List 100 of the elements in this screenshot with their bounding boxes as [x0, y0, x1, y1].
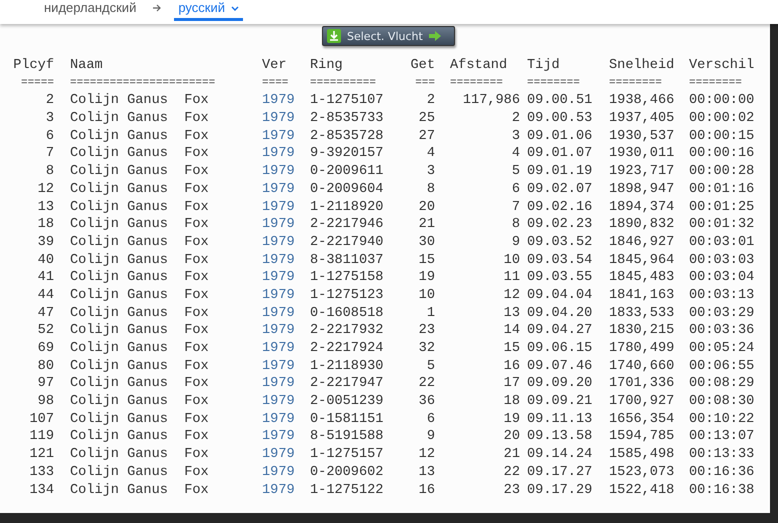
table-cell-text: 1780,499	[609, 340, 676, 358]
table-cell-text: Colijn Ganus Fox	[70, 375, 210, 394]
language-tab[interactable]: русский	[174, 0, 243, 21]
table-cell-text: 1930,537	[609, 128, 676, 146]
header-underline: ========	[609, 76, 663, 91]
table-cell-text: 1979	[262, 464, 296, 482]
table-cell-text: Colijn Ganus Fox	[70, 145, 210, 164]
table-cell-text: 1938,466	[609, 92, 676, 110]
table-cell-text: 8-5191588	[310, 428, 384, 446]
table-cell-text: 1-2118930	[310, 358, 384, 376]
table-cell-text: Colijn Ganus Fox	[70, 340, 210, 358]
table-cell-text: 1701,336	[609, 375, 676, 394]
select-flight-button[interactable]: Select. Vlucht	[322, 26, 455, 46]
table-cell-text: 00:01:16	[689, 180, 756, 198]
table-cell-text: 47	[36, 304, 55, 322]
download-icon	[327, 29, 341, 43]
table-cell-text: 00:03:36	[689, 322, 756, 340]
table-cell-text: 17	[502, 375, 521, 394]
table-cell-text: 1898,947	[609, 180, 676, 198]
table-cell-text: 32	[418, 340, 436, 358]
table-cell-text: 18	[36, 216, 55, 234]
table-cell-text: 12	[502, 286, 521, 305]
table-cell-text: Colijn Ganus Fox	[70, 128, 210, 146]
table-cell-text: 09.03.55	[527, 269, 594, 287]
table-cell-text: 1833,533	[609, 304, 676, 322]
table-cell-text: 2-2217947	[310, 375, 384, 394]
table-cell-text: 98	[36, 393, 55, 411]
table-cell-text: Colijn Ganus Fox	[70, 464, 210, 482]
table-cell-text: 1700,927	[609, 393, 676, 411]
table-cell-text: 00:01:25	[689, 198, 756, 216]
table-cell-text: 2-2217924	[310, 340, 384, 358]
table-cell-text: Colijn Ganus Fox	[70, 163, 210, 181]
table-cell-text: 3	[426, 163, 436, 181]
table-cell-text: Colijn Ganus Fox	[70, 92, 210, 110]
table-cell-text: 1979	[262, 145, 296, 164]
table-cell-text: 27	[418, 128, 436, 146]
column-header: Tijd	[527, 57, 561, 75]
table-cell-text: 69	[36, 340, 55, 358]
table-cell-text: 44	[36, 286, 55, 305]
arrow-right-icon	[152, 3, 162, 13]
table-cell-text: 1979	[262, 110, 296, 128]
table-cell-text: 1979	[262, 128, 296, 146]
table-cell-text: 22	[418, 375, 436, 394]
table-cell-text: 8	[426, 180, 436, 198]
table-cell-text: Colijn Ganus Fox	[70, 252, 210, 270]
table-cell-text: 1594,785	[609, 428, 676, 446]
table-cell-text: Colijn Ganus Fox	[70, 428, 210, 446]
table-cell-text: 7	[44, 145, 55, 164]
table-cell-text: 09.06.15	[527, 340, 594, 358]
table-cell-text: 6	[426, 410, 436, 428]
table-cell-text: 2-2217940	[310, 234, 384, 252]
table-cell-text: 2-8535733	[310, 110, 384, 128]
table-cell-text: 00:01:32	[689, 216, 756, 234]
table-cell-text: 00:13:07	[689, 428, 756, 446]
table-cell-text: 13	[502, 304, 521, 322]
table-cell-text: 0-1581151	[310, 410, 384, 428]
table-cell-text: 1890,832	[609, 216, 676, 234]
table-cell-text: 09.00.51	[527, 92, 594, 110]
header-underline: ==========	[310, 76, 378, 91]
table-cell-text: 09.17.27	[527, 464, 594, 482]
table-cell-text: 14	[502, 322, 521, 340]
table-cell-text: 1-1275158	[310, 269, 384, 287]
table-cell-text: 1894,374	[609, 198, 676, 216]
table-cell-text: 119	[28, 428, 55, 446]
table-cell-text: 09.04.27	[527, 322, 594, 340]
table-cell-text: 2-2217946	[310, 216, 384, 234]
table-cell-text: 0-1608518	[310, 304, 384, 322]
table-cell-text: 00:00:16	[689, 145, 756, 164]
table-cell-text: 4	[426, 145, 436, 164]
language-tab[interactable]: нидерландский	[40, 0, 140, 21]
table-cell-text: 1979	[262, 358, 296, 376]
table-cell-text: 5	[426, 358, 436, 376]
table-cell-text: 2	[426, 92, 436, 110]
table-cell-text: 09.09.20	[527, 375, 594, 394]
table-cell-text: 09.02.07	[527, 180, 594, 198]
table-cell-text: 1979	[262, 216, 296, 234]
table-cell-text: 09.17.29	[527, 482, 594, 500]
table-cell-text: 9	[510, 234, 521, 252]
table-cell-text: 16	[418, 482, 436, 500]
table-cell-text: 1979	[262, 393, 296, 411]
table-cell-text: 23	[418, 322, 436, 340]
table-cell-text: Colijn Ganus Fox	[70, 304, 210, 322]
table-cell-text: 11	[502, 269, 521, 287]
table-cell-text: 1979	[262, 252, 296, 270]
table-cell-text: 2	[44, 92, 55, 110]
table-cell-text: 12	[36, 180, 55, 198]
table-cell-text: 09.02.16	[527, 198, 594, 216]
table-cell-text: 09.04.04	[527, 286, 594, 305]
table-cell-text: 7	[510, 198, 521, 216]
table-cell-text: Colijn Ganus Fox	[70, 234, 210, 252]
column-header: Snelheid	[609, 57, 676, 75]
table-cell-text: Colijn Ganus Fox	[70, 393, 210, 411]
table-cell-text: 00:16:36	[689, 464, 756, 482]
table-cell-text: 1830,215	[609, 322, 676, 340]
table-cell-text: 15	[502, 340, 521, 358]
table-cell-text: 1979	[262, 234, 296, 252]
table-cell-text: Colijn Ganus Fox	[70, 286, 210, 305]
table-cell-text: 00:08:29	[689, 375, 756, 394]
table-cell-text: 15	[418, 252, 436, 270]
table-cell-text: 9-3920157	[310, 145, 384, 164]
